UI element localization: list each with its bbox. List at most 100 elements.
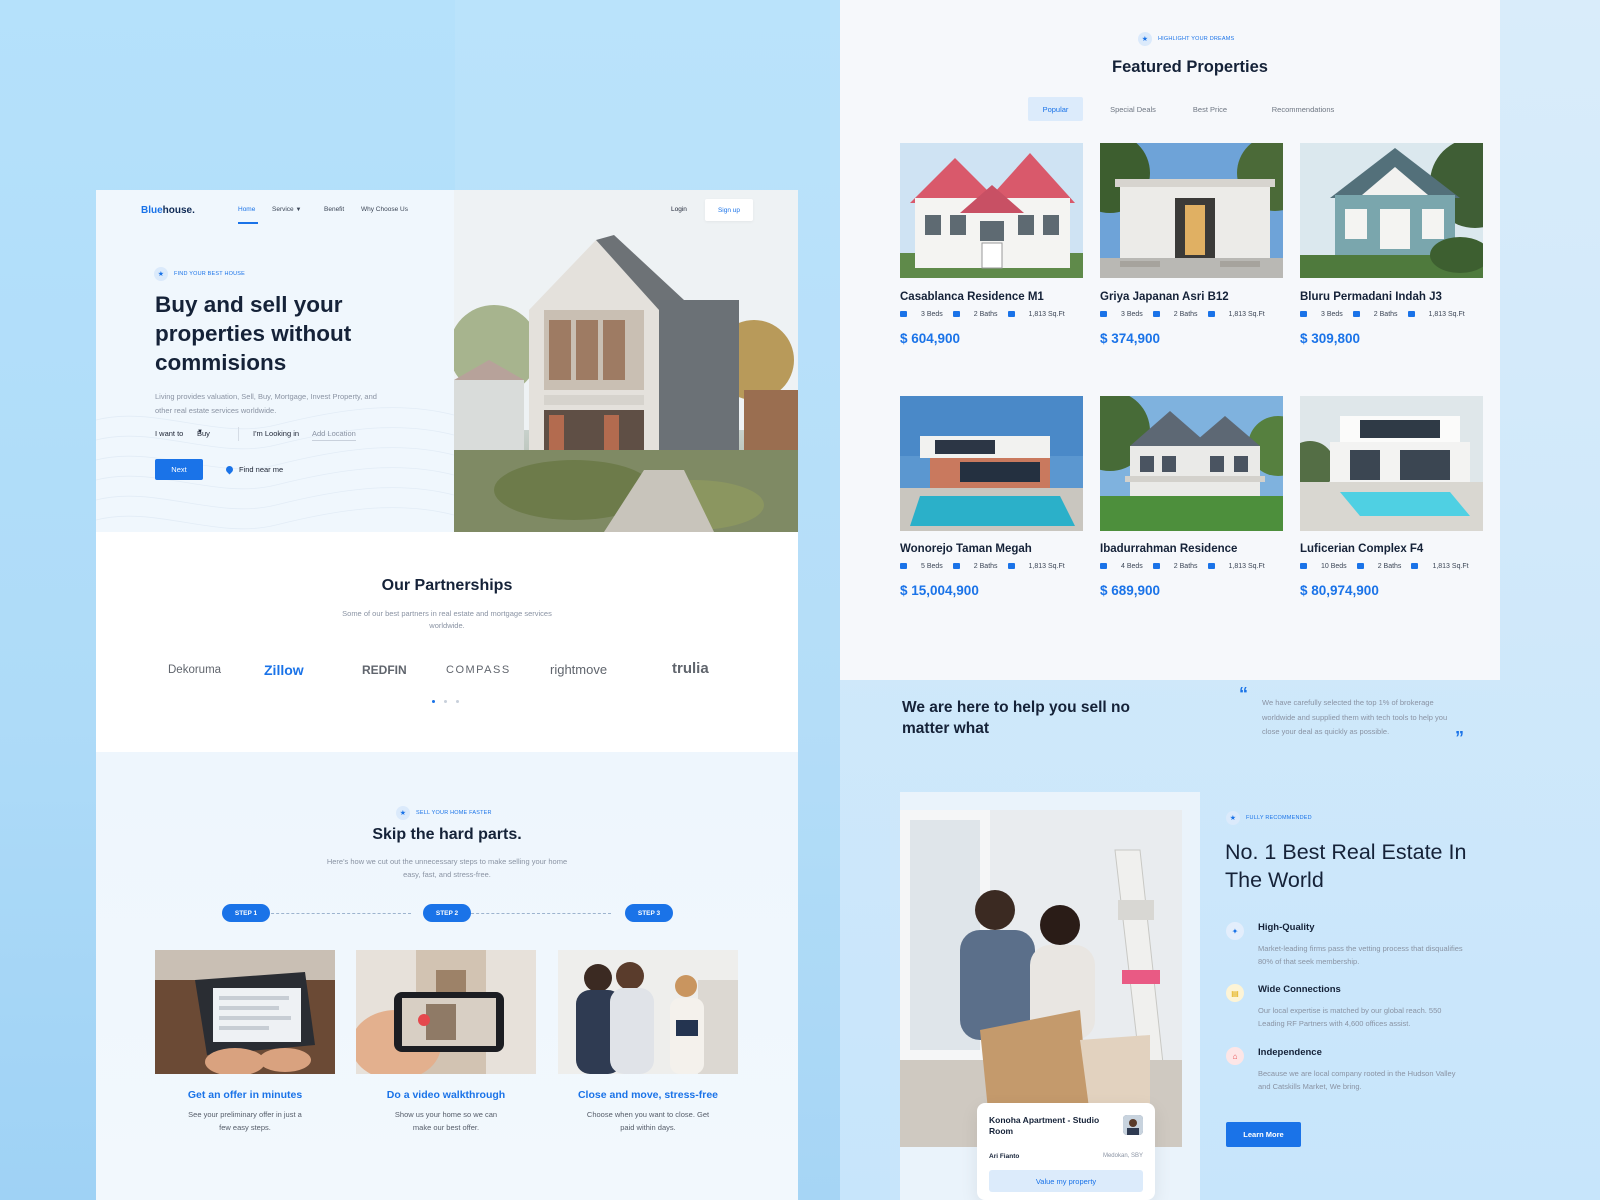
property-image[interactable] [900, 143, 1083, 278]
property-price: $ 374,900 [1100, 331, 1161, 346]
area-icon [1407, 311, 1419, 318]
property-price: $ 309,800 [1300, 331, 1361, 346]
property-image[interactable] [1300, 143, 1483, 278]
bath-icon [1352, 311, 1364, 318]
property-name[interactable]: Griya Japanan Asri B12 [1100, 291, 1229, 303]
location-input[interactable]: Add Location [312, 429, 356, 441]
folder-icon: ▤ [1226, 984, 1244, 1002]
hero-title: Buy and sell your properties without com… [155, 292, 352, 375]
partner-logo-zillow: Zillow [264, 662, 304, 678]
partners-title: Our Partnerships [381, 577, 513, 594]
nav-why-choose-us[interactable]: Why Choose Us [361, 206, 408, 213]
carousel-dot[interactable] [432, 700, 435, 703]
apartment-title: Konoha Apartment - Studio Room [989, 1115, 1100, 1136]
step-1-title: Get an offer in minutes [187, 1089, 303, 1101]
partners-description: Some of our best partners in real estate… [342, 609, 552, 630]
property-image[interactable] [1300, 396, 1483, 531]
feature-description: Because we are local company rooted in t… [1258, 1069, 1456, 1091]
best-title: No. 1 Best Real Estate In The World [1225, 840, 1467, 892]
feature-name: Independence [1258, 1047, 1322, 1058]
carousel-dot[interactable] [444, 700, 447, 703]
nav-service[interactable]: Service ▼ [272, 206, 301, 213]
bath-icon [1356, 563, 1368, 570]
step-connector [466, 913, 611, 914]
property-meta: 5 Beds 2 Baths 1,813 Sq.Ft [900, 563, 1065, 570]
quote-open-icon: “ [1239, 684, 1248, 704]
bath-icon [952, 311, 964, 318]
area-icon [1411, 563, 1422, 570]
help-title: We are here to help you sell no matter w… [902, 699, 1130, 737]
step-2-title: Do a video walkthrough [386, 1089, 506, 1101]
bed-icon [900, 311, 911, 318]
top-navigation: Bluehouse. Home Service ▼ Benefit Why Ch… [96, 190, 798, 234]
bed-icon [900, 563, 911, 570]
hero-description: Living provides valuation, Sell, Buy, Mo… [155, 392, 377, 415]
steps-description: Here's how we cut out the unnecessary st… [326, 857, 568, 879]
badge-icon: ✦ [1226, 922, 1244, 940]
property-name[interactable]: Luficerian Complex F4 [1300, 543, 1423, 555]
looking-label: I'm Looking in [253, 429, 300, 438]
signup-button[interactable]: Sign up [705, 199, 753, 221]
partnerships-section: Our Partnerships Some of our best partne… [96, 532, 798, 752]
step-3-pill: STEP 3 [625, 904, 673, 922]
property-meta: 4 Beds 2 Baths 1,813 Sq.Ft [1100, 563, 1265, 570]
property-meta: 3 Beds 2 Baths 1,813 Sq.Ft [900, 311, 1065, 318]
step-connector [266, 913, 411, 914]
search-divider [238, 427, 239, 441]
agent-location: Medokan, SBY [1102, 1153, 1143, 1159]
tab-special-deals[interactable]: Special Deals [1100, 97, 1166, 121]
star-icon: ★ [396, 806, 410, 820]
step-1-description: See your preliminary offer in just a few… [188, 1110, 302, 1132]
property-image[interactable] [1100, 143, 1283, 278]
step-2-description: Show us your home so we can make our bes… [394, 1110, 498, 1132]
hero-house-photo [454, 190, 798, 532]
avatar [1123, 1115, 1143, 1135]
logo[interactable]: Bluehouse. [141, 205, 195, 216]
next-button[interactable]: Next [155, 459, 203, 480]
property-meta: 10 Beds 2 Baths 1,813 Sq.Ft [1300, 563, 1469, 570]
value-property-button[interactable]: Value my property [989, 1170, 1143, 1192]
tab-recommendations[interactable]: Recommendations [1258, 97, 1348, 121]
bed-icon [1300, 311, 1311, 318]
step-2-pill: STEP 2 [423, 904, 471, 922]
featured-title: Featured Properties [1112, 58, 1268, 76]
step-1-pill: STEP 1 [222, 904, 270, 922]
partner-logo-redfin: REDFIN [362, 663, 407, 677]
property-name[interactable]: Bluru Permadani Indah J3 [1300, 291, 1442, 303]
feature-name: Wide Connections [1258, 984, 1341, 995]
agent-name: Ari Fianto [989, 1153, 1020, 1160]
step-3-description: Choose when you want to close. Get paid … [586, 1110, 710, 1132]
login-link[interactable]: Login [671, 206, 687, 213]
featured-tag: ★ HIGHLIGHT YOUR DREAMS [1138, 32, 1234, 46]
property-image[interactable] [1100, 396, 1283, 531]
partner-logo-dekoruma: Dekoruma [168, 664, 222, 676]
property-name[interactable]: Ibadurrahman Residence [1100, 543, 1237, 555]
area-icon [1207, 311, 1219, 318]
nav-home[interactable]: Home [238, 206, 255, 213]
carousel-dot[interactable] [456, 700, 459, 703]
area-icon [1007, 563, 1019, 570]
learn-more-button[interactable]: Learn More [1226, 1122, 1301, 1147]
tab-best-price[interactable]: Best Price [1180, 97, 1240, 121]
step-2-image [356, 950, 536, 1074]
tab-popular[interactable]: Popular [1028, 97, 1083, 121]
property-price: $ 604,900 [900, 331, 961, 346]
property-meta: 3 Beds 2 Baths 1,813 Sq.Ft [1100, 311, 1265, 318]
find-near-me-button[interactable]: Find near me [224, 464, 283, 475]
nav-benefit[interactable]: Benefit [324, 206, 344, 213]
property-name[interactable]: Casablanca Residence M1 [900, 291, 1044, 303]
property-image[interactable] [900, 396, 1083, 531]
location-pin-icon [224, 464, 235, 475]
partner-logo-rightmove: rightmove [550, 662, 608, 677]
feature-description: Our local expertise is matched by our gl… [1258, 1006, 1442, 1028]
carousel-dots[interactable] [432, 700, 459, 703]
property-name[interactable]: Wonorejo Taman Megah [900, 543, 1032, 555]
step-1-image [155, 950, 335, 1074]
bed-icon [1100, 563, 1111, 570]
best-tag: ★ FULLY RECOMMENDED [1226, 811, 1312, 825]
partner-logo-trulia: trulia [672, 660, 709, 677]
home-icon: ⌂ [1226, 1047, 1244, 1065]
property-meta: 3 Beds 2 Baths 1,813 Sq.Ft [1300, 311, 1465, 318]
apartment-card[interactable]: Konoha Apartment - Studio Room Ari Fiant… [977, 1103, 1155, 1200]
quote-close-icon: ” [1455, 728, 1464, 748]
